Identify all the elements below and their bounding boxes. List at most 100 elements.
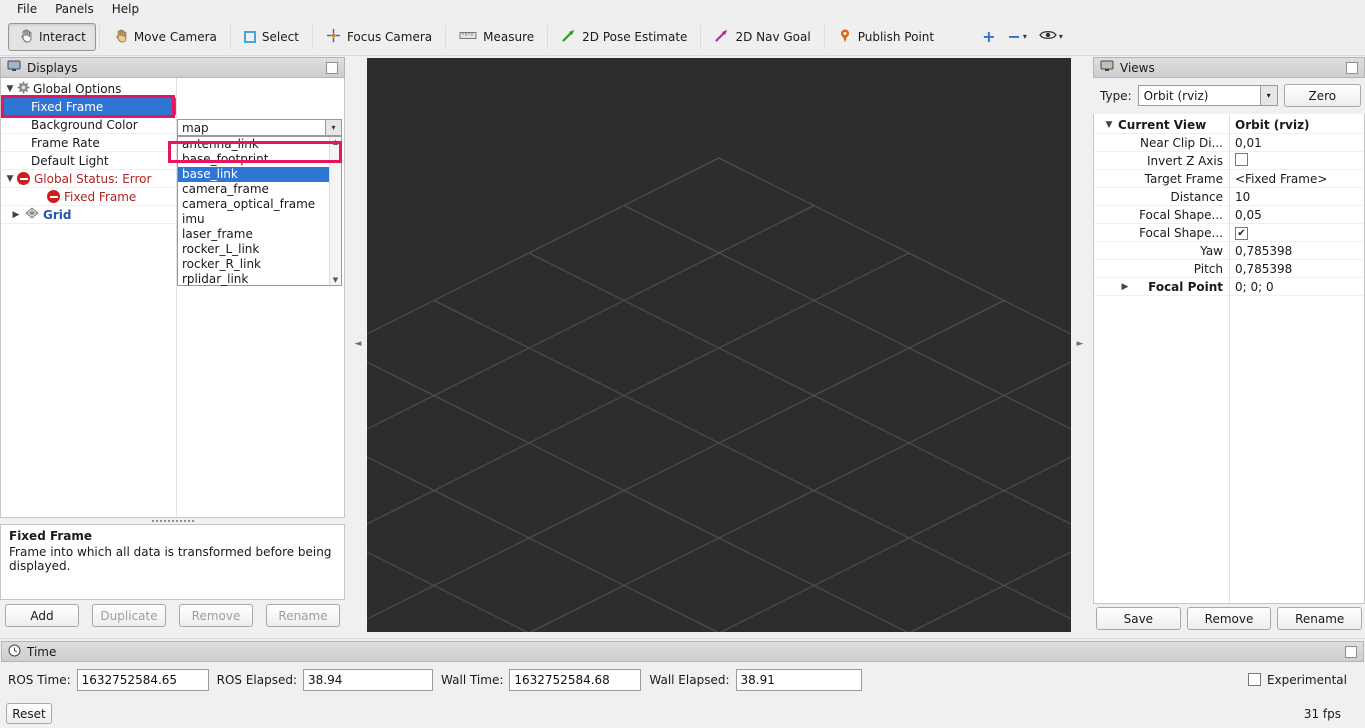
displays-panel-header: Displays (0, 57, 345, 78)
dropdown-scrollbar[interactable]: ▲ ▼ (329, 137, 341, 285)
dropdown-option[interactable]: imu (178, 212, 341, 227)
displays-panel: Displays ▼ Global Options Fixed Frame Ba… (0, 57, 345, 635)
ros-time-input[interactable] (77, 669, 209, 691)
tree-row-background-color[interactable]: Background Color (1, 116, 176, 134)
chevron-down-icon: ▾ (1059, 32, 1063, 41)
add-button[interactable]: Add (5, 604, 79, 627)
duplicate-button[interactable]: Duplicate (92, 604, 166, 627)
remove-button[interactable]: Remove (179, 604, 253, 627)
dropdown-option[interactable]: rocker_L_link (178, 242, 341, 257)
tree-row-grid[interactable]: ▶ Grid (1, 206, 176, 224)
reset-button[interactable]: Reset (6, 703, 52, 724)
fixed-frame-combobox[interactable]: map ▾ (177, 119, 342, 136)
prop-value[interactable]: 10 (1229, 190, 1250, 204)
pose-estimate-tool-button[interactable]: 2D Pose Estimate (551, 23, 697, 51)
collapse-left-panel-icon[interactable]: ◄ (352, 335, 364, 353)
float-panel-button[interactable] (1345, 646, 1357, 658)
prop-name: ▶ Focal Point (1094, 280, 1229, 294)
dropdown-option[interactable]: camera_optical_frame (178, 197, 341, 212)
ruler-icon (459, 28, 477, 45)
tree-row-status-fixed-frame[interactable]: Fixed Frame (1, 188, 176, 206)
float-panel-button[interactable] (1346, 62, 1358, 74)
zoom-in-button[interactable]: + (976, 27, 1001, 47)
focus-camera-tool-button[interactable]: Focus Camera (316, 23, 442, 51)
select-tool-button[interactable]: Select (234, 23, 309, 51)
tree-row-default-light[interactable]: Default Light (1, 152, 176, 170)
prop-name: Target Frame (1094, 172, 1229, 186)
scroll-down-icon[interactable]: ▼ (333, 275, 338, 285)
time-bottom-row: Reset 31 fps (6, 703, 1359, 724)
menu-file[interactable]: File (8, 1, 46, 17)
expander-right-icon[interactable]: ▶ (1120, 282, 1130, 292)
prop-value[interactable]: 0; 0; 0 (1229, 280, 1274, 294)
dropdown-option[interactable]: antenna_link (178, 137, 341, 152)
focal-shape-checkbox[interactable]: ✔ (1235, 227, 1248, 240)
render-viewport-3d[interactable] (367, 58, 1071, 632)
dropdown-option[interactable]: base_footprint (178, 152, 341, 167)
tree-row-label: Fixed Frame (64, 190, 136, 204)
expander-right-icon[interactable]: ▶ (11, 210, 21, 220)
zoom-out-button[interactable]: − ▾ (1002, 27, 1033, 47)
dropdown-option-selected[interactable]: base_link (178, 167, 341, 182)
prop-name: Pitch (1094, 262, 1229, 276)
toolbar-separator (547, 25, 548, 49)
move-camera-tool-button[interactable]: Move Camera (103, 23, 227, 51)
plus-icon: + (982, 30, 995, 44)
expander-down-icon[interactable]: ▼ (1104, 120, 1114, 130)
dropdown-option[interactable]: rplidar_link (178, 272, 341, 287)
expander-down-icon[interactable]: ▼ (5, 174, 15, 184)
view-type-label: Type: (1100, 89, 1132, 103)
chevron-down-icon: ▾ (1023, 32, 1027, 41)
prop-value[interactable]: <Fixed Frame> (1229, 172, 1327, 186)
rename-button[interactable]: Rename (266, 604, 340, 627)
tree-row-label: Frame Rate (31, 136, 100, 150)
prop-value: Orbit (rviz) (1229, 118, 1310, 132)
scroll-up-icon[interactable]: ▲ (333, 137, 338, 147)
prop-value[interactable]: 0,05 (1229, 208, 1262, 222)
wall-time-input[interactable] (509, 669, 641, 691)
float-panel-button[interactable] (326, 62, 338, 74)
combobox-dropdown-button[interactable]: ▾ (325, 120, 341, 135)
column-divider[interactable] (1229, 114, 1230, 603)
prop-value[interactable]: 0,01 (1229, 136, 1262, 150)
prop-name: Distance (1094, 190, 1229, 204)
prop-value[interactable]: 0,785398 (1229, 262, 1292, 276)
experimental-checkbox[interactable] (1248, 673, 1261, 686)
zero-button[interactable]: Zero (1284, 84, 1361, 107)
tree-row-label: Background Color (31, 118, 138, 132)
tree-row-global-options[interactable]: ▼ Global Options (1, 80, 176, 98)
invert-z-checkbox[interactable] (1235, 153, 1248, 166)
ros-elapsed-field: ROS Elapsed: (217, 669, 433, 691)
combobox-dropdown-button[interactable]: ▾ (1260, 86, 1277, 105)
remove-view-button[interactable]: Remove (1187, 607, 1272, 630)
prop-value[interactable]: 0,785398 (1229, 244, 1292, 258)
tree-row-label: Global Status: Error (34, 172, 151, 186)
wall-elapsed-input[interactable] (736, 669, 862, 691)
prop-name-text: Current View (1118, 118, 1206, 132)
tree-row-fixed-frame[interactable]: Fixed Frame (1, 98, 176, 116)
prop-value (1229, 153, 1248, 169)
selection-box-icon (244, 31, 256, 43)
dropdown-option[interactable]: camera_frame (178, 182, 341, 197)
rename-view-button[interactable]: Rename (1277, 607, 1362, 630)
crosshair-icon (326, 28, 341, 46)
dropdown-option[interactable]: laser_frame (178, 227, 341, 242)
publish-point-tool-button[interactable]: Publish Point (828, 23, 944, 51)
menu-help[interactable]: Help (103, 1, 148, 17)
collapse-right-panel-icon[interactable]: ► (1074, 335, 1086, 353)
interact-tool-button[interactable]: Interact (8, 23, 96, 51)
render-options-button[interactable]: ▾ (1033, 26, 1069, 47)
dropdown-option[interactable]: rocker_R_link (178, 257, 341, 272)
save-button[interactable]: Save (1096, 607, 1181, 630)
menu-panels[interactable]: Panels (46, 1, 103, 17)
tree-row-frame-rate[interactable]: Frame Rate (1, 134, 176, 152)
measure-tool-button[interactable]: Measure (449, 23, 544, 51)
ros-elapsed-input[interactable] (303, 669, 433, 691)
tree-row-global-status[interactable]: ▼ Global Status: Error (1, 170, 201, 188)
chevron-down-icon: ▾ (331, 123, 335, 132)
expander-down-icon[interactable]: ▼ (5, 84, 15, 94)
view-type-combobox[interactable]: Orbit (rviz) ▾ (1138, 85, 1278, 106)
nav-goal-tool-button[interactable]: 2D Nav Goal (704, 23, 820, 51)
error-status-icon (47, 190, 60, 203)
toolbar: Interact Move Camera Select Focus Camera… (0, 18, 1365, 56)
